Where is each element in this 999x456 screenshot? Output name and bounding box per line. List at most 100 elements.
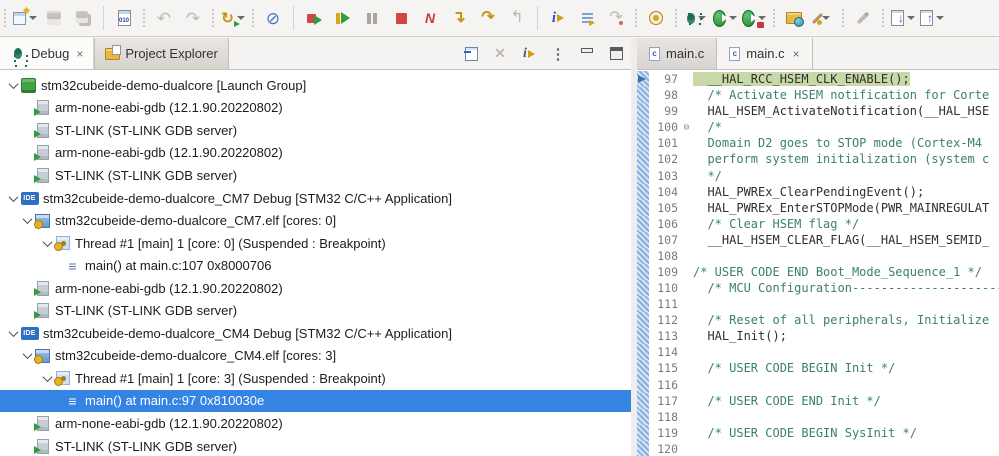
- code-line[interactable]: 115 /* USER CODE BEGIN Init */: [637, 360, 999, 377]
- code-line[interactable]: 107 __HAL_HSEM_CLEAR_FLAG(__HAL_HSEM_SEM…: [637, 231, 999, 248]
- tree-row[interactable]: ≡ main() at main.c:107 0x8000706: [0, 254, 631, 277]
- binary-build-icon[interactable]: 010: [112, 5, 136, 31]
- run-to-line-icon[interactable]: i: [546, 5, 570, 31]
- wand-icon[interactable]: [811, 5, 835, 31]
- code-line[interactable]: 108: [637, 247, 999, 264]
- chevron-slot[interactable]: [40, 236, 54, 247]
- tab-main-c-inactive[interactable]: c main.c: [637, 38, 718, 69]
- chevron-down-icon[interactable]: [29, 16, 37, 20]
- disconnect-icon[interactable]: N: [418, 5, 442, 31]
- external-tools-icon[interactable]: [742, 5, 766, 31]
- chevron-expanded-icon[interactable]: [8, 191, 18, 202]
- tab-main-c-active[interactable]: c main.c ×: [717, 38, 813, 69]
- tree-row[interactable]: arm-none-eabi-gdb (12.1.90.20220802): [0, 142, 631, 165]
- chevron-down-icon[interactable]: [758, 16, 766, 20]
- code-line[interactable]: 109 /* USER CODE END Boot_Mode_Sequence_1…: [637, 263, 999, 281]
- code-area[interactable]: 97 __HAL_RCC_HSEM_CLK_ENABLE(); 98 /* Act…: [637, 71, 999, 456]
- code-line[interactable]: 106 /* Clear HSEM flag */: [637, 215, 999, 232]
- chevron-down-icon[interactable]: [822, 16, 830, 20]
- code-text-inner: /* USER CODE BEGIN Init */: [693, 361, 895, 376]
- chevron-down-icon[interactable]: [907, 16, 915, 20]
- minimize-icon[interactable]: [576, 42, 598, 66]
- code-line[interactable]: 98 /* Activate HSEM notification for Cor…: [637, 87, 999, 104]
- tree-row[interactable]: arm-none-eabi-gdb (12.1.90.20220802): [0, 412, 631, 435]
- show-source-icon[interactable]: [575, 5, 599, 31]
- view-menu-icon[interactable]: ⋮: [547, 42, 569, 66]
- close-icon[interactable]: ×: [76, 47, 83, 61]
- code-line[interactable]: 99 HAL_HSEM_ActivateNotification(__HAL_H…: [637, 103, 999, 120]
- chevron-expanded-icon[interactable]: [22, 349, 32, 360]
- code-line[interactable]: 117 /* USER CODE END Init */: [637, 392, 999, 409]
- skip-all-breakpoints-icon[interactable]: ⊘: [261, 5, 285, 31]
- code-line[interactable]: 100 ⊖ /*: [637, 119, 999, 136]
- code-line[interactable]: 119 /* USER CODE BEGIN SysInit */: [637, 424, 999, 441]
- tree-row[interactable]: ST-LINK (ST-LINK GDB server): [0, 119, 631, 142]
- tree-row[interactable]: ST-LINK (ST-LINK GDB server): [0, 164, 631, 187]
- code-line[interactable]: 102 perform system initialization (syste…: [637, 151, 999, 168]
- restart-icon[interactable]: ↻: [221, 5, 245, 31]
- chevron-slot[interactable]: [40, 372, 54, 382]
- code-token: Sequence_1: [888, 264, 961, 279]
- tree-row[interactable]: stm32cubeide-demo-dualcore_CM7.elf [core…: [0, 209, 631, 232]
- chevron-down-icon[interactable]: [697, 16, 706, 20]
- code-line[interactable]: 101 Domain D2 goes to STOP mode (Cortex-…: [637, 135, 999, 152]
- tree-row[interactable]: ≡ main() at main.c:97 0x810030e: [0, 389, 631, 413]
- open-project-icon[interactable]: [782, 5, 806, 31]
- code-line[interactable]: 113 HAL_Init();: [637, 328, 999, 345]
- stack-frame-icon: ≡: [68, 257, 77, 274]
- chevron-down-icon[interactable]: [236, 16, 245, 20]
- chevron-expanded-icon[interactable]: [8, 78, 18, 89]
- chevron-expanded-icon[interactable]: [22, 214, 32, 225]
- debug-icon[interactable]: [684, 5, 708, 31]
- tree-row[interactable]: ST-LINK (ST-LINK GDB server): [0, 435, 631, 456]
- tree-row[interactable]: stm32cubeide-demo-dualcore [Launch Group…: [0, 74, 631, 97]
- export-icon[interactable]: ↑: [920, 5, 944, 31]
- maximize-icon[interactable]: [605, 42, 627, 66]
- tree-row[interactable]: stm32cubeide-demo-dualcore_CM4 Debug [ST…: [0, 322, 631, 345]
- code-line[interactable]: 118: [637, 408, 999, 425]
- chevron-expanded-icon[interactable]: [42, 372, 52, 382]
- show-execution-icon[interactable]: i: [518, 42, 540, 66]
- profile-icon[interactable]: [644, 5, 668, 31]
- tree-row[interactable]: stm32cubeide-demo-dualcore_CM4.elf [core…: [0, 345, 631, 368]
- chevron-down-icon[interactable]: [729, 16, 737, 20]
- collapse-all-icon[interactable]: [460, 42, 482, 66]
- fold-marker-icon[interactable]: ⊖: [680, 122, 693, 133]
- tree-row[interactable]: stm32cubeide-demo-dualcore_CM7 Debug [ST…: [0, 187, 631, 210]
- code-line[interactable]: 111: [637, 296, 999, 313]
- chevron-slot[interactable]: [6, 191, 20, 202]
- code-line[interactable]: 120: [637, 440, 999, 456]
- code-line[interactable]: 110 /* MCU Configuration----------------…: [637, 280, 999, 297]
- terminate-relaunch-icon[interactable]: [302, 5, 326, 31]
- code-line[interactable]: 103 */: [637, 167, 999, 184]
- step-over-icon[interactable]: ↷: [476, 5, 500, 31]
- code-line[interactable]: 116: [637, 376, 999, 393]
- tree-row[interactable]: arm-none-eabi-gdb (12.1.90.20220802): [0, 97, 631, 120]
- chevron-slot[interactable]: [20, 214, 34, 225]
- chevron-slot[interactable]: [20, 349, 34, 360]
- run-icon[interactable]: [713, 5, 737, 31]
- chevron-slot[interactable]: [6, 326, 20, 337]
- code-line[interactable]: 97 __HAL_RCC_HSEM_CLK_ENABLE();: [637, 71, 999, 88]
- close-icon[interactable]: ×: [793, 47, 800, 61]
- suspend-icon[interactable]: [360, 5, 384, 31]
- tree-row[interactable]: Thread #1 [main] 1 [core: 3] (Suspended …: [0, 367, 631, 390]
- tab-project-explorer[interactable]: Project Explorer: [94, 38, 229, 69]
- resume-icon[interactable]: [331, 5, 355, 31]
- code-line[interactable]: 105 HAL_PWREx_EnterSTOPMode(PWR_MAINREGU…: [637, 199, 999, 216]
- code-line[interactable]: 104 HAL_PWREx_ClearPendingEvent();: [637, 183, 999, 200]
- chevron-expanded-icon[interactable]: [8, 326, 18, 337]
- import-icon[interactable]: ↓: [891, 5, 915, 31]
- code-line[interactable]: 112 /* Reset of all peripherals, Initial…: [637, 312, 999, 329]
- chevron-slot[interactable]: [6, 78, 20, 89]
- tab-debug[interactable]: Debug ×: [0, 38, 95, 69]
- code-line[interactable]: 114: [637, 344, 999, 361]
- chevron-down-icon[interactable]: [936, 16, 944, 20]
- tree-row[interactable]: arm-none-eabi-gdb (12.1.90.20220802): [0, 277, 631, 300]
- new-wizard-icon[interactable]: [13, 5, 37, 31]
- tree-row[interactable]: ST-LINK (ST-LINK GDB server): [0, 299, 631, 322]
- step-into-icon[interactable]: ↴: [447, 5, 471, 31]
- tree-row[interactable]: Thread #1 [main] 1 [core: 0] (Suspended …: [0, 232, 631, 255]
- terminate-icon[interactable]: [389, 5, 413, 31]
- chevron-expanded-icon[interactable]: [42, 236, 52, 247]
